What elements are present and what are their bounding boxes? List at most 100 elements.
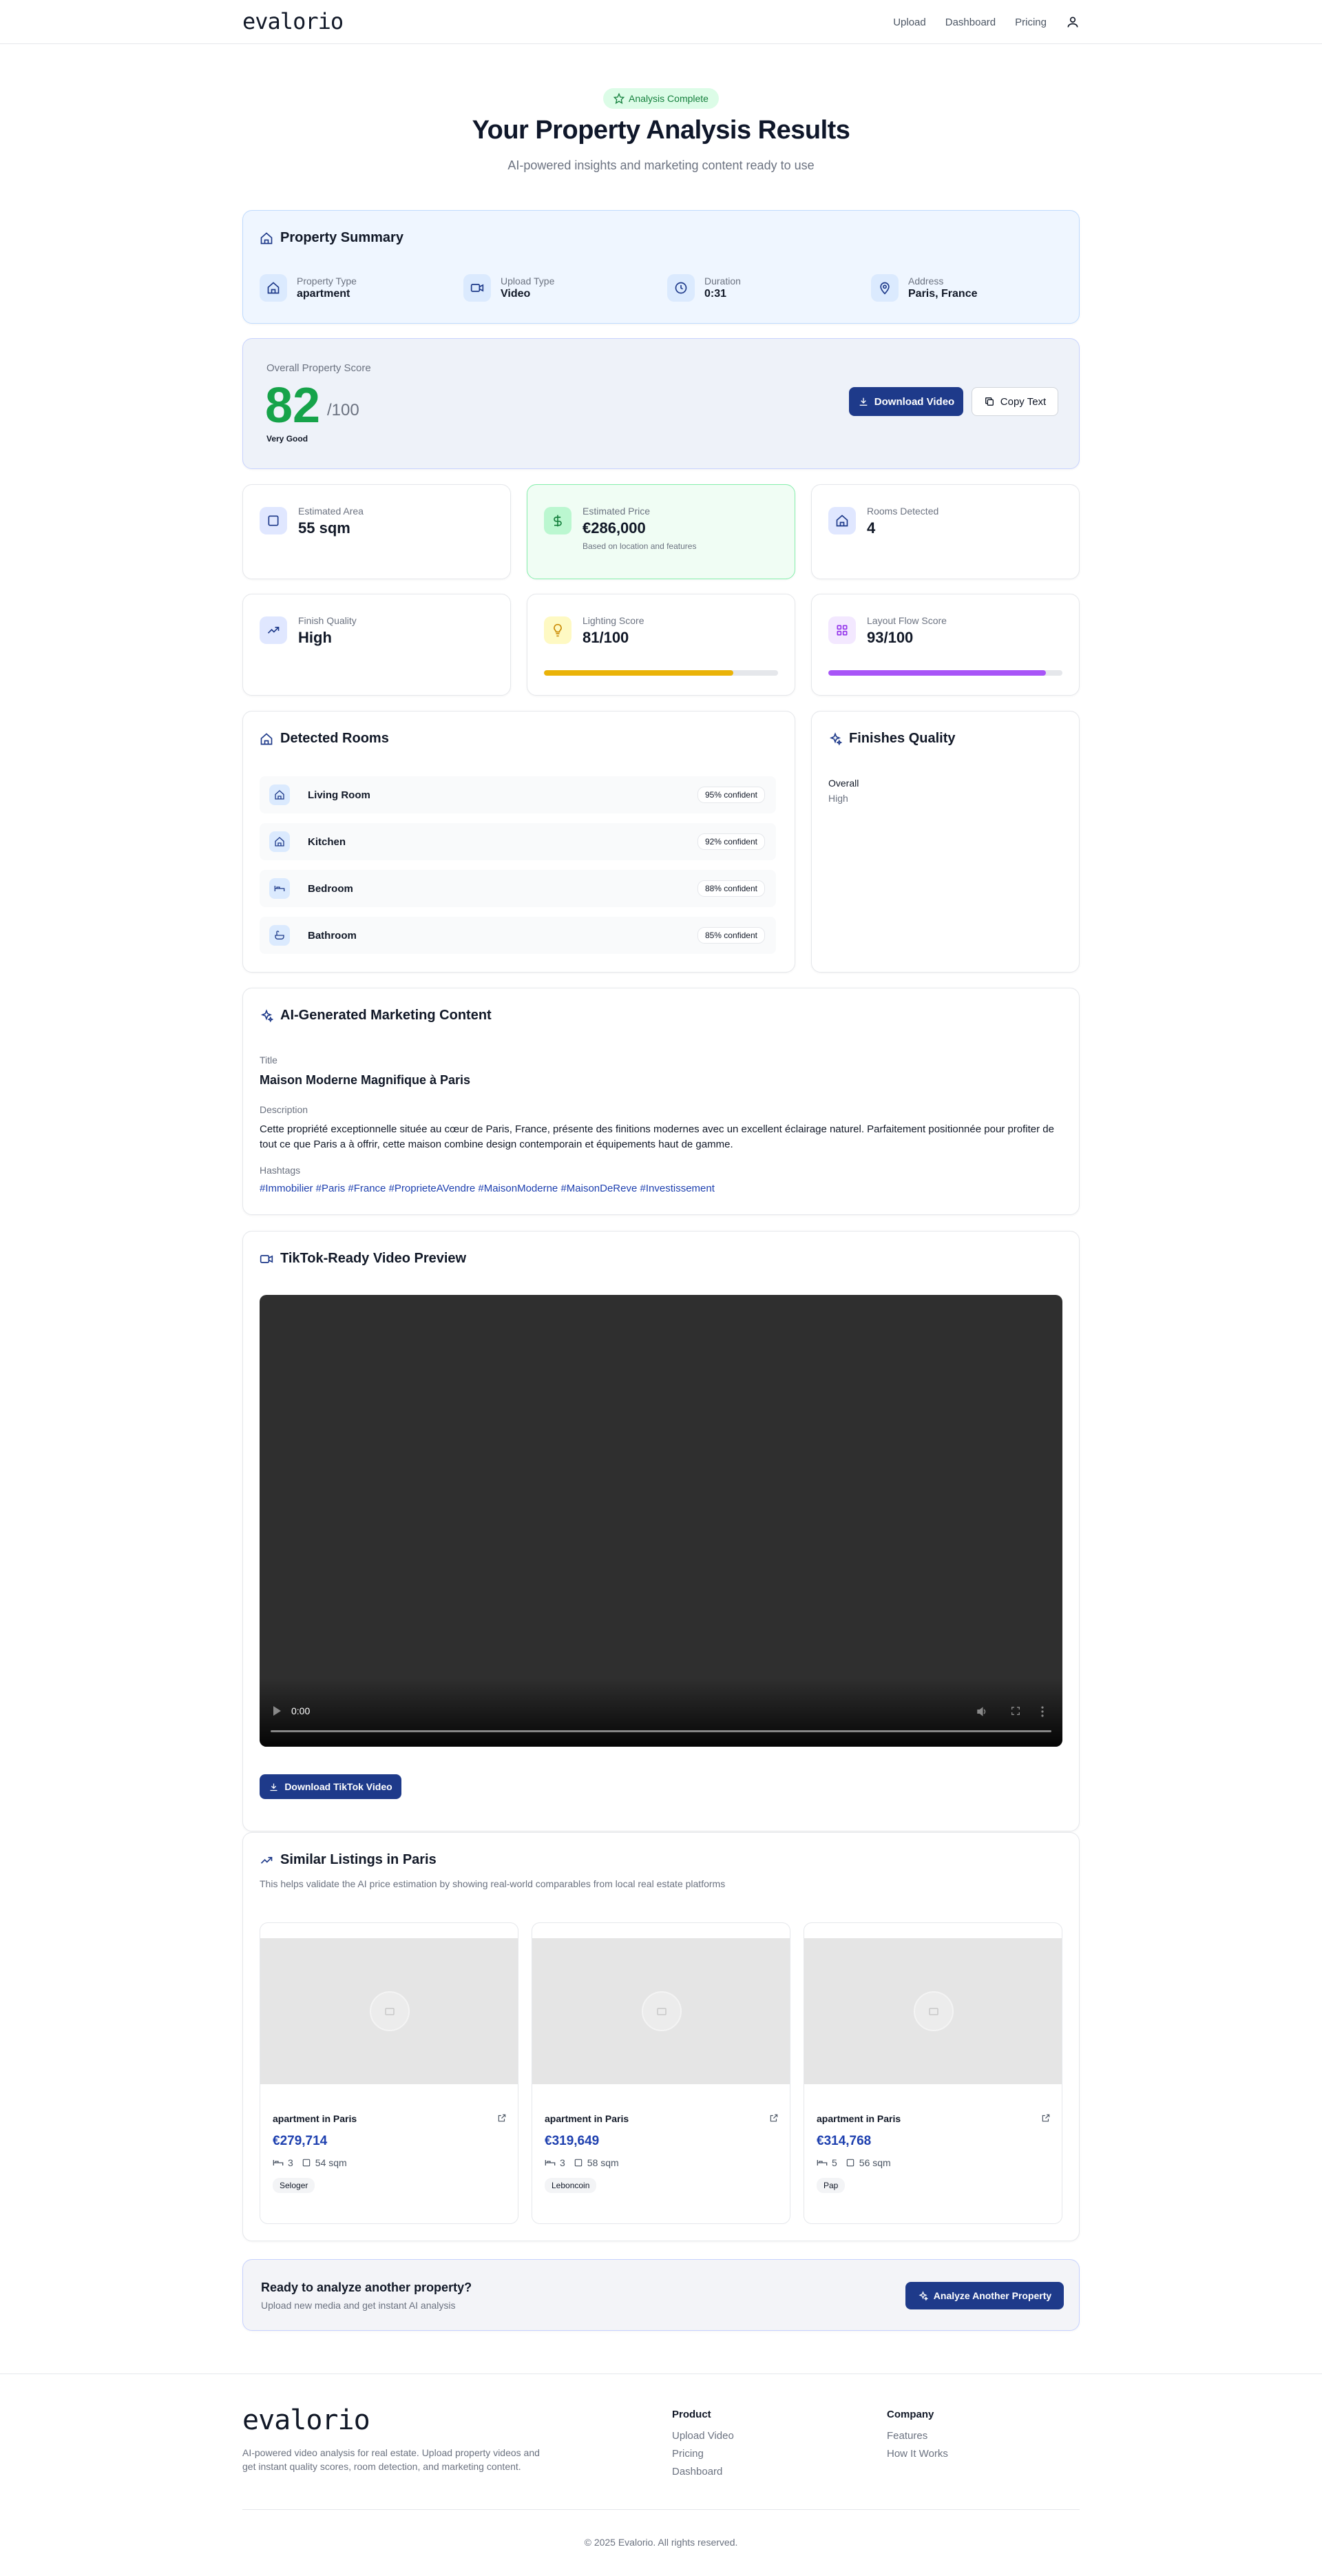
bed-icon <box>545 2160 556 2165</box>
external-link-icon[interactable] <box>1041 2113 1051 2123</box>
copy-text-button[interactable]: Copy Text <box>972 387 1058 416</box>
footer-link-pricing[interactable]: Pricing <box>672 2448 734 2460</box>
stat-layout-flow-score: Layout Flow Score 93/100 <box>811 594 1080 696</box>
similar-listings-subtitle: This helps validate the AI price estimat… <box>260 1878 726 1889</box>
room-row-kitchen: Kitchen 92% confident <box>260 823 776 860</box>
grid-icon <box>837 625 848 636</box>
marketing-hashtags-label: Hashtags <box>260 1165 301 1176</box>
listing-image-placeholder <box>532 1938 790 2084</box>
analyze-another-property-button[interactable]: Analyze Another Property <box>905 2282 1064 2309</box>
marketing-description: Cette propriété exceptionnelle située au… <box>260 1123 1054 1150</box>
map-pin-icon <box>880 282 890 295</box>
play-icon[interactable] <box>272 1705 282 1716</box>
nav-link-pricing[interactable]: Pricing <box>1015 17 1047 28</box>
cta-title: Ready to analyze another property? <box>261 2281 472 2294</box>
image-placeholder-icon <box>370 1991 410 2031</box>
lightbulb-icon <box>554 623 562 637</box>
home-icon <box>267 282 280 294</box>
nav-links: Upload Dashboard Pricing <box>893 0 1080 44</box>
stat-estimated-area: Estimated Area 55 sqm <box>242 484 511 579</box>
lighting-progress-bar <box>544 670 778 676</box>
page-title: Your Property Analysis Results <box>472 116 850 145</box>
fullscreen-icon[interactable] <box>1010 1705 1021 1716</box>
source-badge: Seloger <box>273 2178 315 2193</box>
cta-card: Ready to analyze another property? Uploa… <box>242 2259 1080 2331</box>
footer-description: AI-powered video analysis for real estat… <box>242 2447 540 2472</box>
footer-company-column: Company Features How It Works <box>887 2409 948 2460</box>
finishes-label: Overall <box>828 778 859 789</box>
stat-lighting-score: Lighting Score 81/100 <box>527 594 795 696</box>
clock-icon <box>675 282 687 294</box>
overall-score-card: Overall Property Score 82 /100 Very Good… <box>242 338 1080 469</box>
copy-icon <box>985 397 994 406</box>
footer: evalorio AI-powered video analysis for r… <box>0 2374 1322 2576</box>
footer-product-column: Product Upload Video Pricing Dashboard <box>672 2409 734 2478</box>
marketing-title-value: Maison Moderne Magnifique à Paris <box>260 1073 471 1087</box>
video-time: 0:00 <box>291 1705 311 1716</box>
marketing-hashtags: #Immobilier #Paris #France #ProprieteAVe… <box>260 1183 715 1194</box>
marketing-content-card: AI-Generated Marketing Content Title Mai… <box>242 988 1080 1215</box>
footer-link-dashboard[interactable]: Dashboard <box>672 2466 734 2478</box>
listing-image-placeholder <box>804 1938 1062 2084</box>
sparkles-icon <box>829 731 842 745</box>
video-preview-title: TikTok-Ready Video Preview <box>260 1251 466 1267</box>
summary-duration: Duration 0:31 <box>667 274 741 302</box>
room-row-living-room: Living Room 95% confident <box>260 776 776 813</box>
video-player[interactable]: 0:00 <box>260 1295 1062 1747</box>
page-subtitle: AI-powered insights and marketing conten… <box>507 158 815 172</box>
stat-rooms-detected: Rooms Detected 4 <box>811 484 1080 579</box>
home-icon <box>260 732 273 745</box>
status-badge: Analysis Complete <box>603 88 719 109</box>
listing-card[interactable]: apartment in Paris €319,649 3 58 sqm Leb… <box>532 1922 790 2224</box>
volume-icon[interactable] <box>976 1705 988 1718</box>
score-label: Overall Property Score <box>266 362 371 374</box>
listing-card[interactable]: apartment in Paris €279,714 3 54 sqm Sel… <box>260 1922 518 2224</box>
nav-link-dashboard[interactable]: Dashboard <box>945 17 996 28</box>
trending-up-icon <box>267 627 280 634</box>
more-options-icon[interactable] <box>1040 1705 1045 1718</box>
similar-listings-card: Similar Listings in Paris This helps val… <box>242 1832 1080 2241</box>
home-icon <box>275 837 284 846</box>
cta-subtitle: Upload new media and get instant AI anal… <box>261 2300 456 2311</box>
video-icon <box>470 284 484 292</box>
sparkles-icon <box>919 2290 928 2301</box>
home-icon <box>836 515 848 527</box>
bed-icon <box>274 886 285 891</box>
bath-icon <box>275 931 284 939</box>
marketing-content-title: AI-Generated Marketing Content <box>260 1008 492 1024</box>
external-link-icon[interactable] <box>769 2113 779 2123</box>
confidence-badge: 95% confident <box>697 787 765 803</box>
download-icon <box>270 1783 277 1791</box>
sparkles-icon <box>260 1008 273 1022</box>
footer-link-upload-video[interactable]: Upload Video <box>672 2430 734 2442</box>
nav-link-upload[interactable]: Upload <box>893 17 926 28</box>
score-max: /100 <box>327 401 359 419</box>
footer-link-how-it-works[interactable]: How It Works <box>887 2448 948 2460</box>
video-seek-bar[interactable] <box>271 1730 1051 1732</box>
source-badge: Pap <box>817 2178 846 2193</box>
user-icon[interactable] <box>1066 15 1080 29</box>
home-icon <box>260 231 273 244</box>
listing-card[interactable]: apartment in Paris €314,768 5 56 sqm Pap <box>804 1922 1062 2224</box>
top-nav: evalorio Upload Dashboard Pricing <box>0 0 1322 44</box>
footer-logo[interactable]: evalorio <box>242 2404 370 2436</box>
bed-icon <box>817 2160 828 2165</box>
room-row-bathroom: Bathroom 85% confident <box>260 917 776 954</box>
star-icon <box>613 93 625 104</box>
download-icon <box>859 397 868 406</box>
download-video-button[interactable]: Download Video <box>849 387 963 416</box>
logo[interactable]: evalorio <box>242 8 344 34</box>
summary-property-type: Property Type apartment <box>260 274 357 302</box>
bed-icon <box>273 2160 284 2165</box>
marketing-title-label: Title <box>260 1055 277 1066</box>
summary-upload-type: Upload Type Video <box>463 274 554 302</box>
download-tiktok-video-button[interactable]: Download TikTok Video <box>260 1774 401 1799</box>
copyright: © 2025 Evalorio. All rights reserved. <box>584 2537 738 2548</box>
external-link-icon[interactable] <box>497 2113 507 2123</box>
footer-link-features[interactable]: Features <box>887 2430 948 2442</box>
trending-up-icon <box>260 1856 273 1864</box>
detected-rooms-title: Detected Rooms <box>260 731 389 747</box>
detected-rooms-card: Detected Rooms Living Room 95% confident… <box>242 711 795 973</box>
room-row-bedroom: Bedroom 88% confident <box>260 870 776 907</box>
square-icon <box>268 515 279 526</box>
